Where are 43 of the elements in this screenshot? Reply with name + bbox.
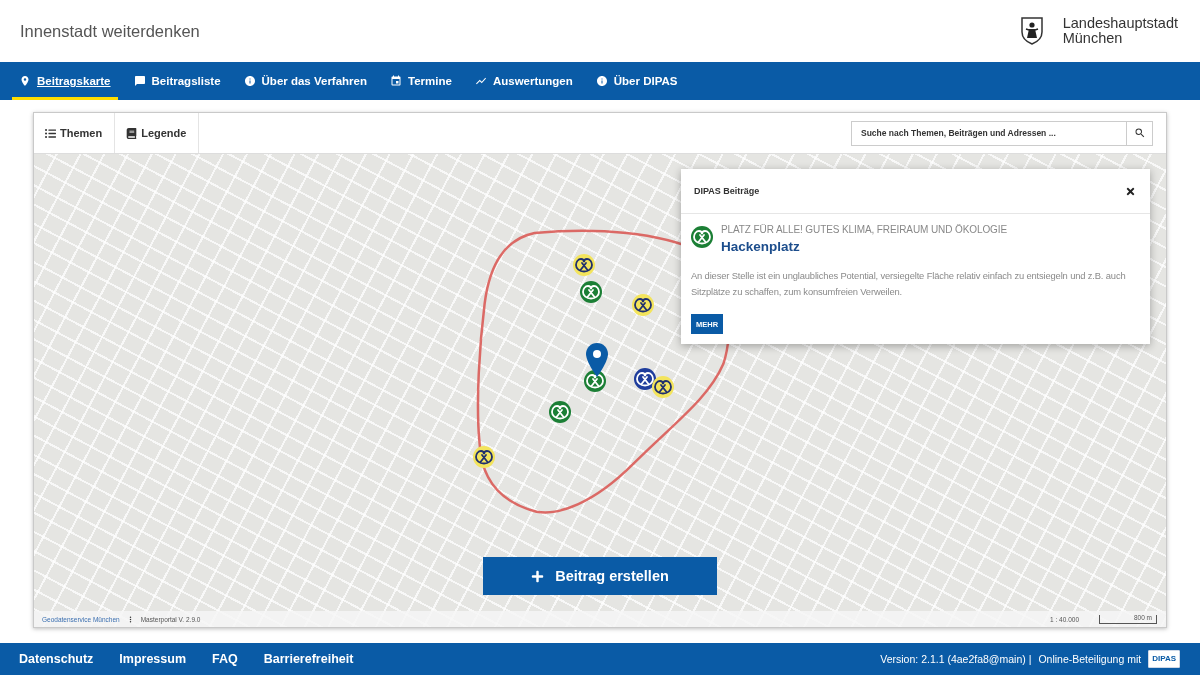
nav-tab[interactable]: Über DIPAS (588, 62, 685, 100)
search-icon (1133, 127, 1146, 139)
create-post-button[interactable]: Beitrag erstellen (483, 557, 717, 595)
search-button[interactable] (1127, 120, 1153, 146)
map-marker-icon[interactable] (652, 376, 674, 398)
location-pin-icon (19, 75, 31, 87)
close-button[interactable] (1125, 185, 1136, 197)
footer-link[interactable]: Datenschutz (19, 652, 94, 666)
nav-tab[interactable]: Über das Verfahren (236, 62, 374, 100)
shield-icon (1020, 17, 1043, 45)
city-name: München (1062, 31, 1123, 46)
map-marker-icon[interactable] (632, 294, 654, 316)
version-text: Version: 2.1.1 (4ae2fa8@main) | (880, 653, 1032, 665)
book-icon (126, 127, 138, 139)
nav-tab[interactable]: Auswertungen (467, 62, 580, 100)
entry-title[interactable]: Hackenplatz (721, 239, 1007, 254)
plus-icon (531, 569, 545, 583)
footer-link[interactable]: FAQ (212, 652, 238, 666)
list-icon (45, 127, 56, 139)
nav-tab[interactable]: Beitragsliste (126, 62, 228, 100)
nav-tab[interactable]: Termine (383, 62, 459, 100)
map-marker-icon[interactable] (584, 370, 606, 392)
city-name: Landeshauptstadt (1062, 16, 1178, 31)
map-marker-icon[interactable] (634, 368, 656, 390)
site-title: Innenstadt weiterdenken (20, 21, 200, 41)
info-icon (595, 75, 608, 87)
logo-badge: DIPAS (1148, 650, 1180, 668)
calendar-icon (390, 75, 402, 87)
map-marker-icon[interactable] (473, 446, 495, 468)
speech-bubble-icon (133, 75, 146, 87)
line-chart-icon (474, 75, 487, 87)
category-label: PLATZ FÜR ALLE! GUTES KLIMA, FREIRAUM UND ÖKOLOGIE (721, 224, 1007, 235)
map-marker-icon[interactable] (573, 254, 595, 276)
popup-title: DIPAS Beiträge (694, 186, 760, 196)
footer-link[interactable]: Barrierefreiheit (263, 652, 354, 666)
map-marker-icon[interactable] (549, 401, 571, 423)
close-icon (1125, 185, 1136, 197)
search-field[interactable]: Suche nach Themen, Beiträgen und Adressen ... (851, 120, 1127, 146)
credit-text: Online-Beteiligung mit (1038, 653, 1142, 665)
entry-description: An dieser Stelle ist ein unglaubliches Potential, versiegelte Fläche relativ einfach zu entsiegeln und z.B. auch Sitzplätze zu schaffen, zum konsumfreien Verweilen. (691, 269, 1127, 299)
info-icon (243, 75, 256, 87)
map-marker-icon[interactable] (580, 281, 602, 303)
footer-link[interactable]: Impressum (119, 652, 187, 666)
